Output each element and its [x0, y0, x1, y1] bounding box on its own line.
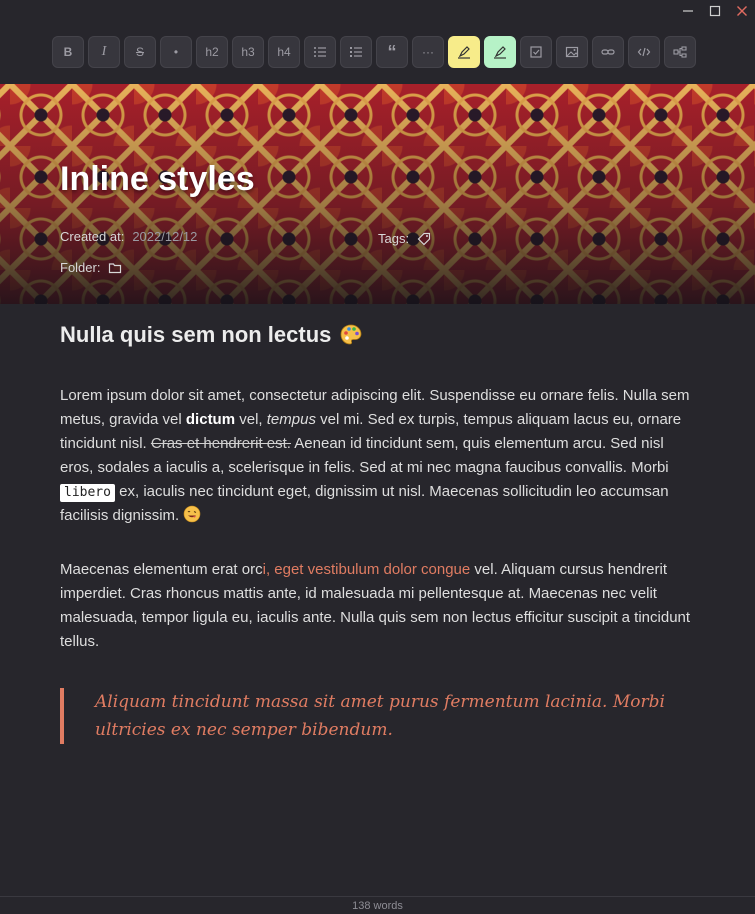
formatting-toolbar: B I S • h2 h3 h4 “ ···	[52, 36, 700, 68]
code-icon	[637, 47, 651, 57]
divider-icon: ···	[422, 45, 434, 59]
minimize-icon[interactable]	[674, 0, 701, 22]
h4-label: h4	[277, 45, 291, 59]
created-at-value: 2022/12/12	[132, 229, 198, 244]
created-at: Created at: 2022/12/12	[60, 229, 197, 244]
folder-label: Folder:	[60, 260, 101, 275]
h4-button[interactable]: h4	[268, 36, 300, 68]
p1-text-e: ex, iaculis nec tincidunt eget, dignissi…	[60, 483, 669, 524]
numbered-list-button[interactable]	[340, 36, 372, 68]
strikethrough-icon: S	[135, 45, 144, 59]
link-button[interactable]	[592, 36, 624, 68]
italic-text: tempus	[266, 411, 316, 428]
word-count: 138 words	[352, 899, 403, 912]
section-heading-text: Nulla quis sem non lectus	[60, 322, 332, 347]
note-header-banner: Inline styles Created at: 2022/12/12 Tags…	[0, 84, 755, 304]
italic-icon: I	[101, 44, 107, 59]
image-button[interactable]	[556, 36, 588, 68]
window-controls	[674, 0, 755, 22]
highlight-yellow-button[interactable]	[448, 36, 480, 68]
bullet-list-icon	[314, 47, 326, 57]
created-at-label: Created at:	[60, 229, 125, 244]
bullet-icon: •	[173, 45, 179, 59]
h2-button[interactable]: h2	[196, 36, 228, 68]
maximize-icon[interactable]	[701, 0, 728, 22]
strikethrough-text: Cras et hendrerit est.	[150, 435, 291, 452]
quote-button[interactable]: “	[376, 36, 408, 68]
h3-label: h3	[241, 45, 255, 59]
tags-label: Tags:	[378, 231, 410, 246]
close-icon[interactable]	[728, 0, 755, 22]
p2-text-a: Maecenas elementum erat orc	[60, 561, 263, 578]
highlight-green-button[interactable]	[484, 36, 516, 68]
h2-label: h2	[205, 45, 219, 59]
palette-emoji-icon	[340, 324, 362, 345]
p1-text-b: vel,	[235, 411, 267, 428]
embed-icon	[673, 46, 687, 58]
yum-emoji-icon	[184, 505, 201, 523]
paragraph-1: Lorem ipsum dolor sit amet, consectetur …	[60, 384, 700, 528]
numbered-list-icon	[350, 47, 362, 57]
highlighter-icon	[494, 46, 506, 59]
tag-icon[interactable]	[417, 232, 431, 246]
code-button[interactable]	[628, 36, 660, 68]
status-bar: 138 words	[0, 896, 755, 914]
folder: Folder:	[60, 260, 122, 275]
inline-code: libero	[60, 484, 115, 502]
quote-icon: “	[387, 41, 397, 62]
embed-button[interactable]	[664, 36, 696, 68]
divider-button[interactable]: ···	[412, 36, 444, 68]
bold-text: dictum	[185, 411, 236, 428]
bullet-list-button[interactable]	[304, 36, 336, 68]
h3-button[interactable]: h3	[232, 36, 264, 68]
blockquote: Aliquam tincidunt massa sit amet purus f…	[60, 688, 700, 744]
checkbox-icon	[530, 46, 542, 58]
tags: Tags:	[378, 231, 431, 246]
link-icon	[601, 49, 615, 55]
image-icon	[565, 46, 579, 58]
bold-button[interactable]: B	[52, 36, 84, 68]
italic-button[interactable]: I	[88, 36, 120, 68]
bullet-button[interactable]: •	[160, 36, 192, 68]
folder-icon[interactable]	[108, 261, 122, 275]
paragraph-2: Maecenas elementum erat orci, eget vesti…	[60, 558, 700, 654]
inline-link[interactable]: i, eget vestibulum dolor congue	[263, 561, 471, 578]
section-heading: Nulla quis sem non lectus	[60, 322, 700, 348]
checkbox-button[interactable]	[520, 36, 552, 68]
note-body[interactable]: Nulla quis sem non lectus Lorem ipsum do…	[60, 316, 700, 744]
strikethrough-button[interactable]: S	[124, 36, 156, 68]
highlighter-icon	[458, 46, 470, 59]
bold-icon: B	[63, 45, 73, 59]
note-title[interactable]: Inline styles	[60, 160, 255, 199]
